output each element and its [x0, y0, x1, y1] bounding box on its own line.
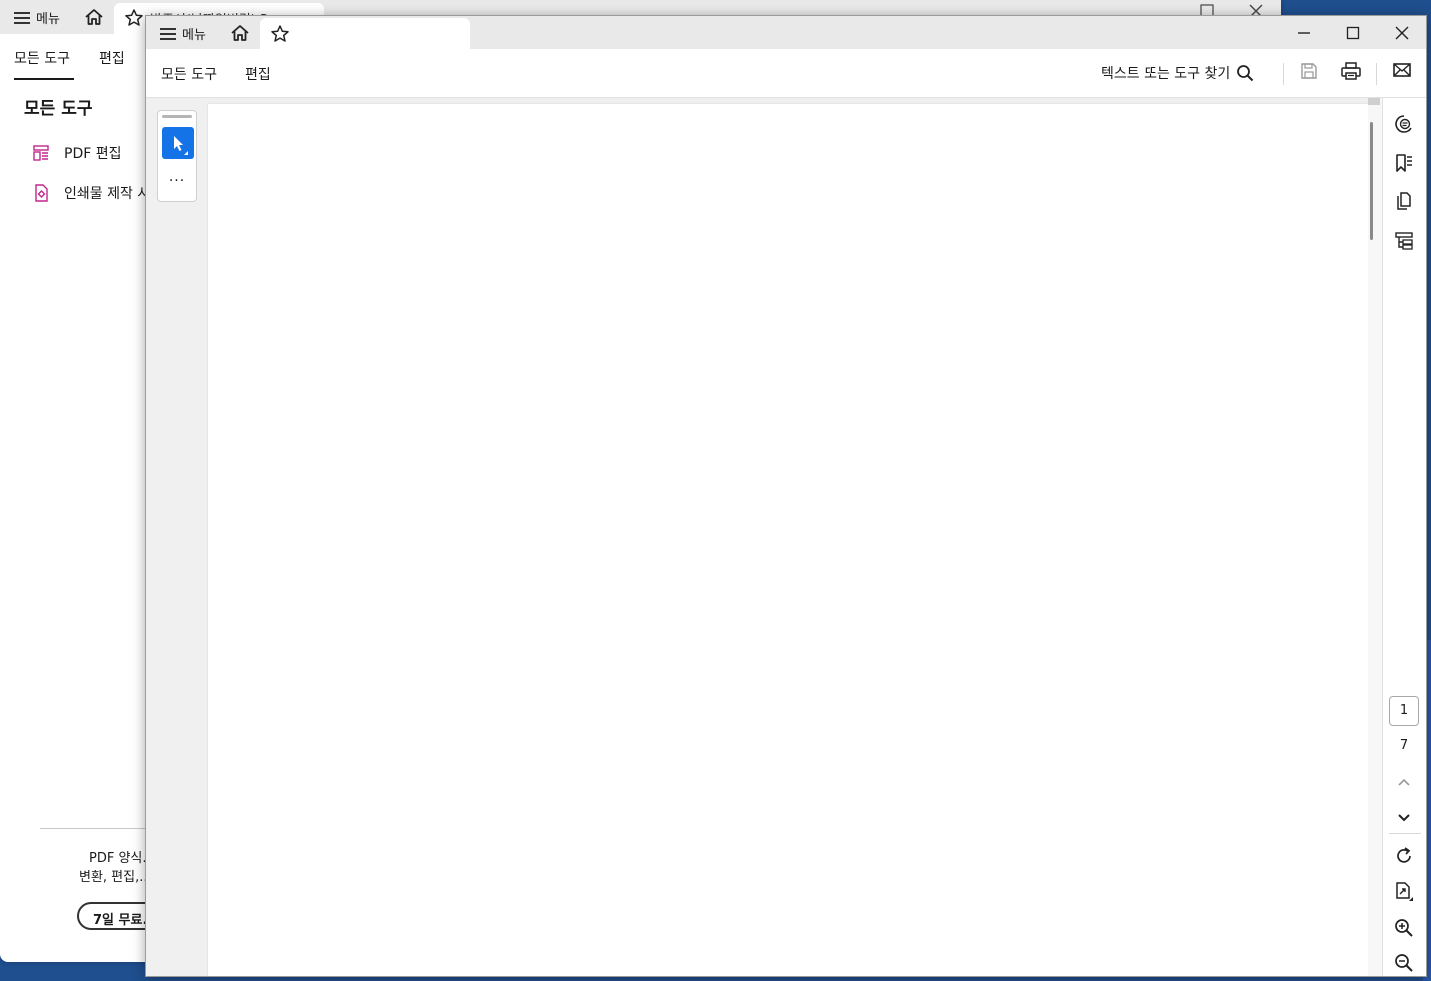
- email-icon[interactable]: [1393, 62, 1411, 78]
- bg-promo-text: 변환, 편집,...: [79, 870, 152, 885]
- print-production-icon: [35, 184, 48, 202]
- bg-divider: [40, 828, 160, 829]
- toolbar-separator: [1376, 63, 1377, 85]
- quick-tool-palette: ···: [157, 110, 197, 202]
- close-icon: [1395, 26, 1409, 39]
- print-icon[interactable]: [1341, 62, 1361, 80]
- bg-panel-heading: 모든 도구: [24, 99, 93, 119]
- minimize-icon: [1298, 31, 1310, 34]
- cursor-arrow-icon: [174, 136, 188, 155]
- bg-tool-label: PDF 편집: [64, 146, 122, 162]
- bg-menu-label: 메뉴: [36, 12, 60, 27]
- close-button[interactable]: [1378, 16, 1426, 49]
- hamburger-icon: [160, 27, 176, 40]
- layers-tree-icon[interactable]: [1394, 231, 1414, 251]
- maximize-icon: [1346, 26, 1360, 39]
- bg-menu-button[interactable]: 메뉴: [14, 8, 60, 27]
- save-icon[interactable]: [1300, 62, 1318, 80]
- search-label: 텍스트 또는 도구 찾기: [1101, 66, 1231, 82]
- pdf-page[interactable]: [208, 104, 1368, 976]
- search-icon: [1237, 65, 1254, 82]
- right-navigation-rail: 1 7: [1382, 98, 1426, 976]
- zoom-out-icon[interactable]: [1394, 953, 1414, 973]
- scrollbar-thumb[interactable]: [1370, 122, 1373, 240]
- current-page-input[interactable]: 1: [1389, 696, 1419, 726]
- toolbar-separator: [1283, 63, 1284, 85]
- document-tab[interactable]: [260, 18, 470, 49]
- tab-edit[interactable]: 편집: [245, 64, 271, 84]
- page-extract-icon[interactable]: [1394, 882, 1414, 902]
- bg-tab-all-tools[interactable]: 모든 도구: [14, 48, 70, 68]
- more-tools-button[interactable]: ···: [158, 173, 196, 189]
- menu-button[interactable]: 메뉴: [160, 24, 206, 43]
- bg-tab-edit[interactable]: 편집: [99, 48, 125, 68]
- select-tool-button[interactable]: [162, 127, 194, 159]
- maximize-button[interactable]: [1329, 16, 1377, 49]
- star-icon[interactable]: [124, 8, 144, 28]
- home-icon[interactable]: [84, 7, 104, 27]
- bg-tool-item-print-production[interactable]: 인쇄물 제작 시...: [32, 183, 164, 203]
- page-thumbnails-icon[interactable]: [1394, 192, 1414, 212]
- more-dots-icon: ···: [168, 173, 186, 189]
- edit-pdf-icon: [33, 145, 49, 161]
- bg-tab-underline: [14, 78, 74, 80]
- next-page-chevron-down-icon[interactable]: [1394, 809, 1414, 825]
- tab-all-tools[interactable]: 모든 도구: [161, 64, 217, 84]
- rail-separator: [1389, 833, 1421, 834]
- hamburger-icon: [14, 11, 30, 24]
- bg-tool-item-edit-pdf[interactable]: PDF 편집: [32, 143, 122, 163]
- titlebar: 메뉴: [146, 16, 1426, 49]
- comment-icon[interactable]: [1394, 114, 1414, 134]
- rotate-icon[interactable]: [1394, 846, 1414, 866]
- home-icon[interactable]: [230, 23, 250, 43]
- document-workarea: ···: [146, 98, 1382, 976]
- total-pages: 7: [1399, 738, 1409, 753]
- zoom-in-icon[interactable]: [1394, 918, 1414, 938]
- minimize-button[interactable]: [1280, 16, 1328, 49]
- main-toolbar: 모든 도구 편집 텍스트 또는 도구 찾기: [146, 49, 1426, 98]
- scrollbar-top: [1368, 98, 1380, 105]
- bookmark-icon[interactable]: [1394, 153, 1414, 173]
- search-tools-button[interactable]: 텍스트 또는 도구 찾기: [1101, 63, 1254, 83]
- previous-page-chevron-up-icon[interactable]: [1394, 775, 1414, 791]
- palette-drag-handle[interactable]: [162, 115, 192, 118]
- menu-label: 메뉴: [182, 28, 206, 43]
- vertical-scrollbar[interactable]: [1368, 98, 1382, 976]
- star-icon[interactable]: [270, 24, 290, 44]
- acrobat-window[interactable]: 메뉴 모든 도구 편집 텍스트 또는 도구 찾기 ··· 1 7: [145, 15, 1427, 977]
